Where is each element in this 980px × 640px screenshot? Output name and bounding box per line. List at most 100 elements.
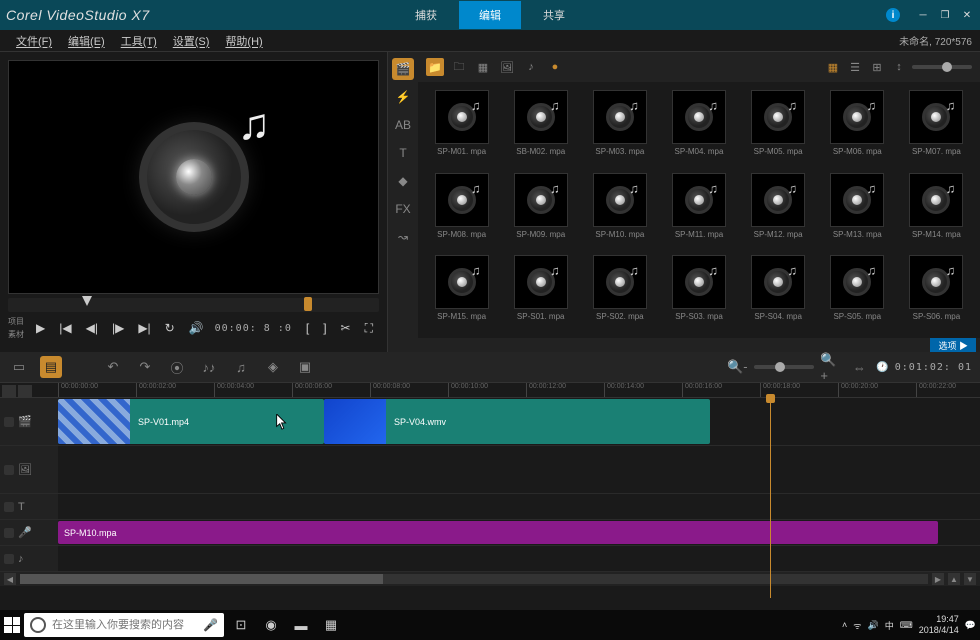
overlay-track-head[interactable]: 🖼 xyxy=(0,446,58,493)
preview-viewport[interactable]: ♫ xyxy=(8,60,379,294)
tray-network-icon[interactable]: ᯤ xyxy=(853,619,861,632)
ruler-area[interactable]: 00:00:00:0000:00:02:0000:00:04:0000:00:0… xyxy=(58,383,980,397)
menu-help[interactable]: 帮助(H) xyxy=(217,33,270,49)
library-options-button[interactable]: 选项 ▶ xyxy=(930,338,976,353)
clip-video-2[interactable]: SP-V04.wmv xyxy=(324,399,710,444)
voice-track-body[interactable]: SP-M10.mpa xyxy=(58,520,980,545)
step-fwd-button[interactable]: |▶ xyxy=(106,317,130,339)
preview-mode[interactable]: 项目 素材 xyxy=(8,316,24,340)
mark-out-button[interactable]: ] xyxy=(317,317,332,339)
library-item[interactable]: ♫SP-S06. mpa xyxy=(901,255,972,330)
library-item[interactable]: ♫SP-S02. mpa xyxy=(584,255,655,330)
menu-file[interactable]: 文件(F) xyxy=(8,33,60,49)
mark-in-button[interactable]: [ xyxy=(300,317,315,339)
start-button[interactable] xyxy=(4,617,20,633)
library-item[interactable]: ♫SP-S01. mpa xyxy=(505,255,576,330)
tl-mixer[interactable]: ♪♪ xyxy=(198,356,220,378)
libtab-filter[interactable]: FX xyxy=(392,198,414,220)
minimize-icon[interactable]: ─ xyxy=(916,8,930,22)
view-sort-icon[interactable]: ↕ xyxy=(890,58,908,76)
track-toggle[interactable] xyxy=(4,528,14,538)
timeline-ruler[interactable]: 00:00:00:0000:00:02:0000:00:04:0000:00:0… xyxy=(0,382,980,398)
library-item[interactable]: ♫SP-M07. mpa xyxy=(901,90,972,165)
tl-record[interactable]: ⦿ xyxy=(166,356,188,378)
tlview-timeline[interactable]: ▤ xyxy=(40,356,62,378)
view-list-icon[interactable]: ☰ xyxy=(846,58,864,76)
ruler-btn-1[interactable] xyxy=(2,385,16,397)
timeline-scrollbar[interactable]: ◀ ▶ ▲ ▼ xyxy=(0,572,980,586)
library-item[interactable]: ♫SP-M15. mpa xyxy=(426,255,497,330)
taskbar-app-2[interactable]: ▬ xyxy=(288,612,314,638)
taskbar-app-3[interactable]: ▦ xyxy=(318,612,344,638)
tl-auto-music[interactable]: ♫ xyxy=(230,356,252,378)
tray-ime[interactable]: 中 xyxy=(885,619,894,632)
libtab-media[interactable]: 🎬 xyxy=(392,58,414,80)
libtool-audio[interactable]: ♪ xyxy=(522,58,540,76)
tl-zoom-in[interactable]: 🔍+ xyxy=(820,356,842,378)
seek-out-marker[interactable] xyxy=(304,297,312,311)
libtool-video[interactable]: ▦ xyxy=(474,58,492,76)
video-track-head[interactable]: 🎬 xyxy=(0,398,58,445)
clip-video-1[interactable]: SP-V01.mp4 xyxy=(58,399,324,444)
title-track-head[interactable]: T xyxy=(0,494,58,519)
library-item[interactable]: ♫SP-M10. mpa xyxy=(584,173,655,248)
step-back-button[interactable]: ◀| xyxy=(80,317,104,339)
libtool-disc[interactable]: ● xyxy=(546,58,564,76)
seek-thumb[interactable] xyxy=(82,296,92,306)
music-track-head[interactable]: ♪ xyxy=(0,546,58,571)
tl-zoom-slider[interactable] xyxy=(754,365,814,369)
info-icon[interactable]: i xyxy=(886,8,900,22)
sb-left[interactable]: ◀ xyxy=(4,573,16,585)
libtool-folder[interactable]: 📁 xyxy=(426,58,444,76)
tray-volume-icon[interactable]: 🔊 xyxy=(868,620,879,631)
tab-share[interactable]: 共享 xyxy=(523,1,585,29)
taskbar-search-input[interactable] xyxy=(52,619,203,631)
view-thumb-icon[interactable]: ▦ xyxy=(824,58,842,76)
goto-start-button[interactable]: |◀ xyxy=(53,317,77,339)
view-grid-icon[interactable]: ⊞ xyxy=(868,58,886,76)
volume-button[interactable]: 🔊 xyxy=(183,317,210,339)
library-item[interactable]: ♫SP-M01. mpa xyxy=(426,90,497,165)
track-toggle[interactable] xyxy=(4,554,14,564)
tlview-storyboard[interactable]: ▭ xyxy=(8,356,30,378)
task-view-icon[interactable]: ⊡ xyxy=(228,612,254,638)
track-toggle[interactable] xyxy=(4,502,14,512)
menu-settings[interactable]: 设置(S) xyxy=(165,33,218,49)
overlay-track-body[interactable] xyxy=(58,446,980,493)
menu-edit[interactable]: 编辑(E) xyxy=(60,33,113,49)
play-button[interactable]: ▶ xyxy=(30,317,51,339)
playhead[interactable] xyxy=(770,398,771,598)
libtab-instant[interactable]: ⚡ xyxy=(392,86,414,108)
taskbar-app-1[interactable]: ◉ xyxy=(258,612,284,638)
tray-keyboard-icon[interactable]: ⌨ xyxy=(900,620,913,631)
goto-end-button[interactable]: ▶| xyxy=(132,317,156,339)
library-item[interactable]: ♫SP-M11. mpa xyxy=(663,173,734,248)
sb-right[interactable]: ▶ xyxy=(932,573,944,585)
tray-chevron[interactable]: ˄ xyxy=(842,620,847,630)
libtab-title[interactable]: T xyxy=(392,142,414,164)
tl-redo[interactable]: ↷ xyxy=(134,356,156,378)
mic-icon[interactable]: 🎤 xyxy=(203,618,218,632)
track-toggle[interactable] xyxy=(4,465,14,475)
libtab-transition[interactable]: AB xyxy=(392,114,414,136)
libtool-photo[interactable]: 🖼 xyxy=(498,58,516,76)
track-toggle[interactable] xyxy=(4,417,14,427)
tab-edit[interactable]: 编辑 xyxy=(459,1,521,29)
close-icon[interactable]: ✕ xyxy=(960,8,974,22)
tl-fit[interactable]: ⇔ xyxy=(848,356,870,378)
fullscreen-button[interactable]: ⛶ xyxy=(359,317,379,340)
restore-icon[interactable]: ❐ xyxy=(938,8,952,22)
libtab-path[interactable]: ↝ xyxy=(392,226,414,248)
video-track-body[interactable]: SP-V01.mp4 SP-V04.wmv xyxy=(58,398,980,445)
taskbar-search[interactable]: 🎤 xyxy=(24,613,224,637)
tl-undo[interactable]: ↶ xyxy=(102,356,124,378)
menu-tools[interactable]: 工具(T) xyxy=(113,33,165,49)
voice-track-head[interactable]: 🎤 xyxy=(0,520,58,545)
tl-chapter[interactable]: ▣ xyxy=(294,356,316,378)
sb-thumb[interactable] xyxy=(20,574,383,584)
music-track-body[interactable] xyxy=(58,546,980,571)
tray-notifications-icon[interactable]: 💬 xyxy=(965,620,976,631)
tray-clock[interactable]: 19:47 2018/4/14 xyxy=(919,614,959,636)
library-item[interactable]: ♫SP-S03. mpa xyxy=(663,255,734,330)
library-item[interactable]: ♫SP-M06. mpa xyxy=(822,90,893,165)
